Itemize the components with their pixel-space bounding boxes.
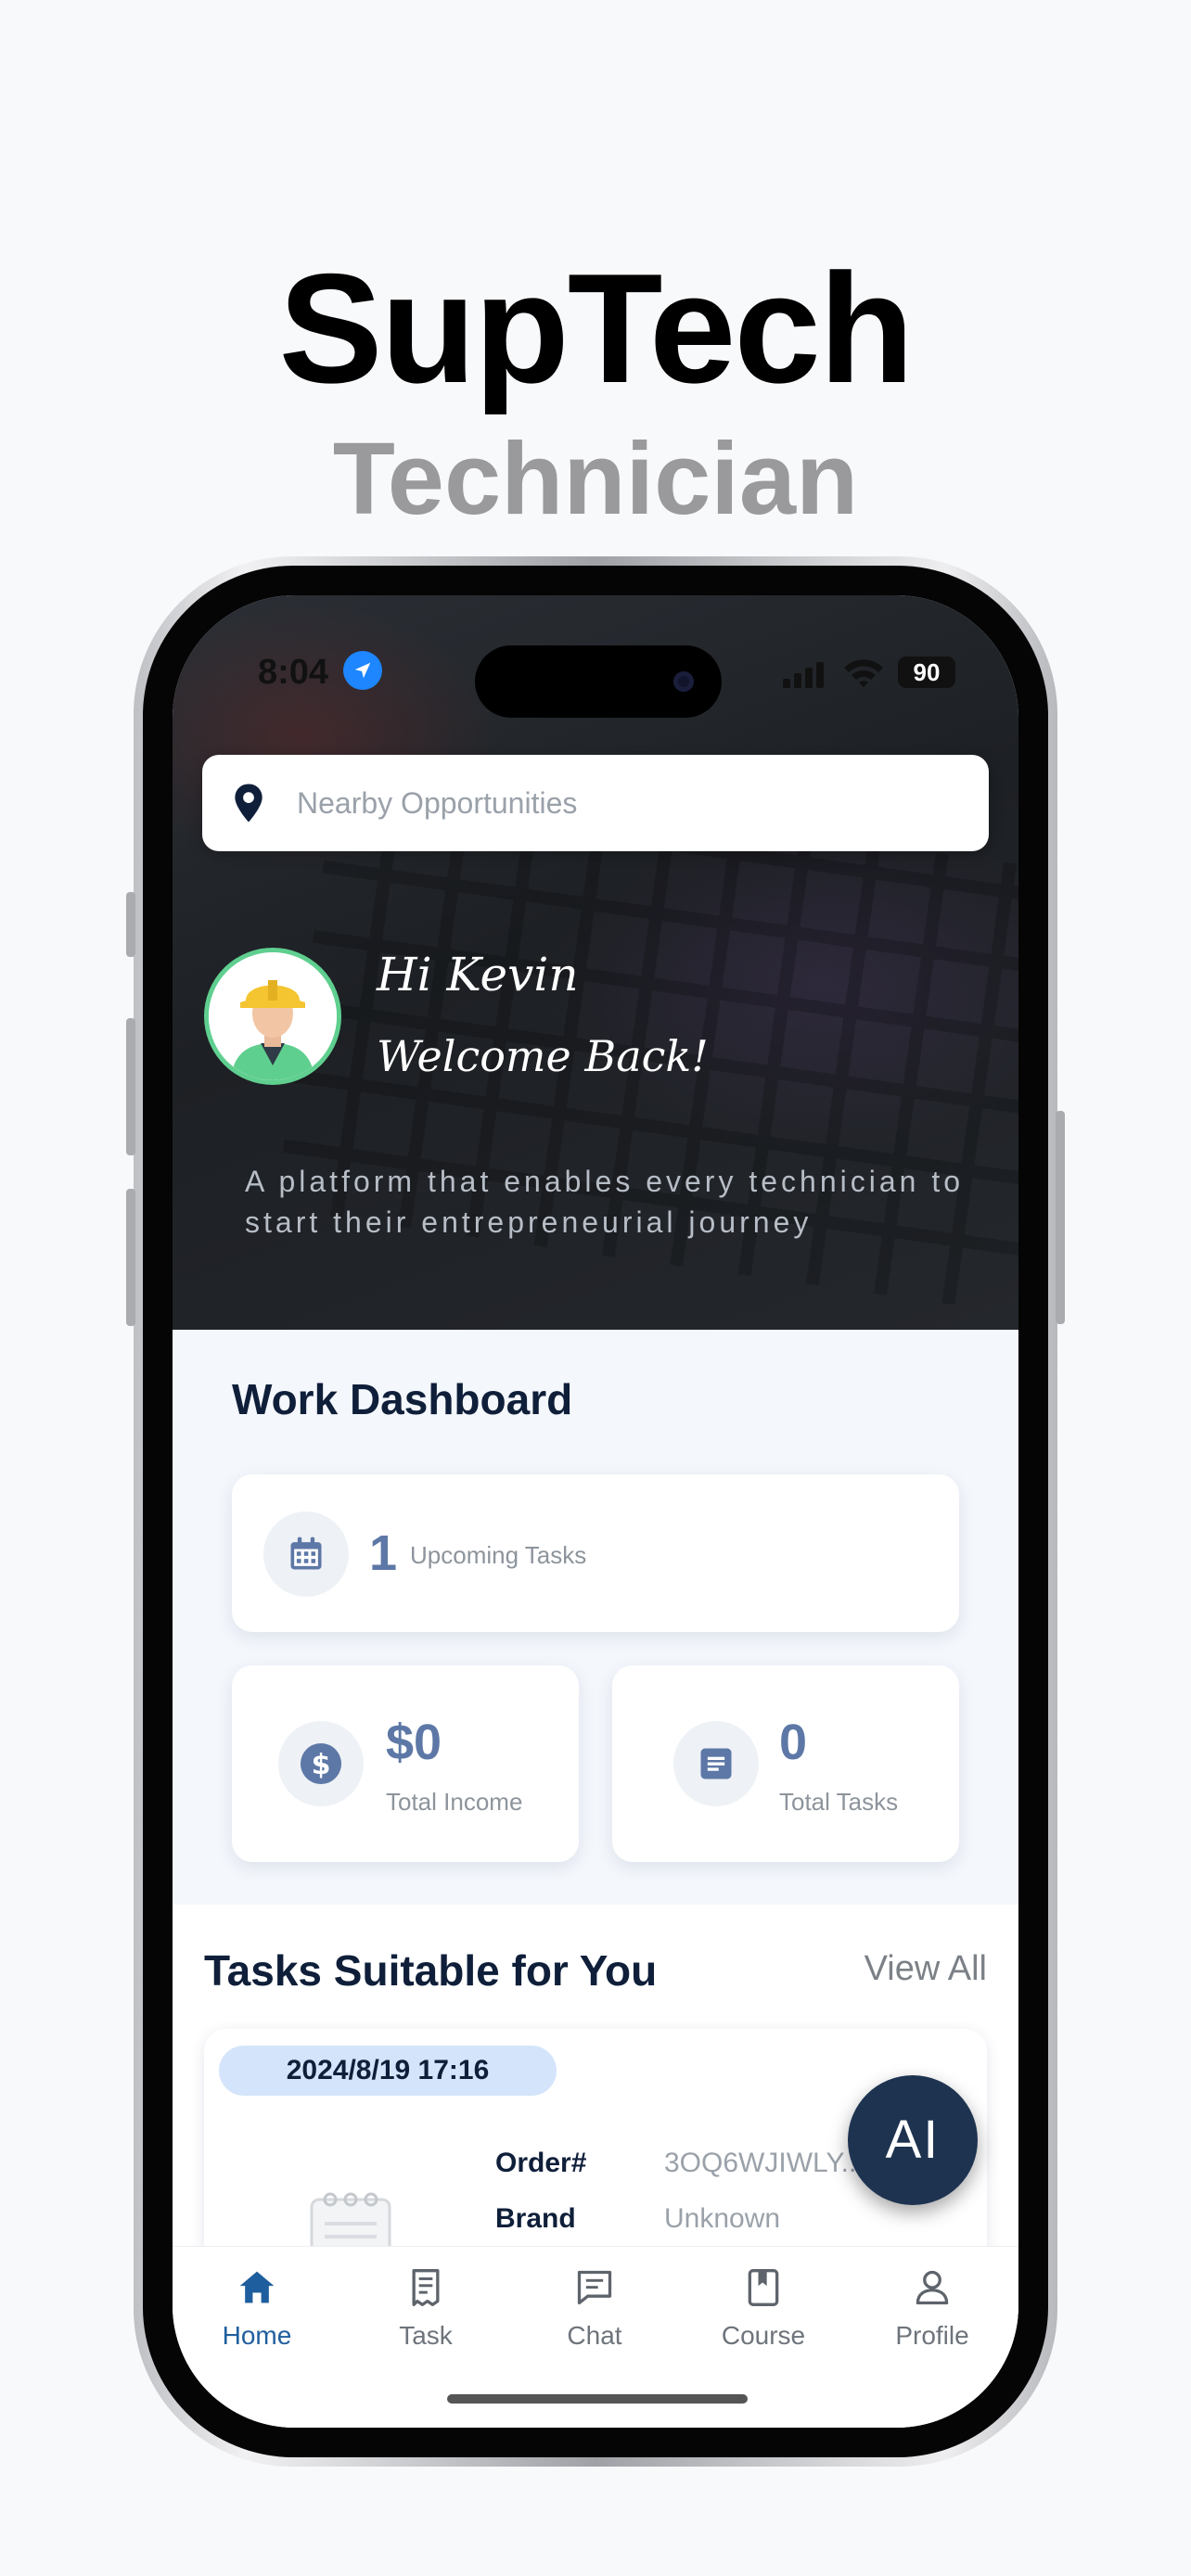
phone-side-button	[126, 1018, 135, 1155]
cellular-signal-icon	[783, 662, 824, 688]
welcome-text: Welcome Back!	[377, 1031, 709, 1081]
home-icon	[239, 2271, 275, 2303]
calendar-icon	[263, 1511, 349, 1597]
brand-label: Brand	[495, 2203, 576, 2234]
promo-subtitle: Technician	[332, 422, 859, 536]
location-arrow-icon	[343, 651, 382, 690]
suitable-tasks-title: Tasks Suitable for You	[204, 1946, 658, 1995]
tab-home[interactable]: Home	[173, 2247, 341, 2358]
phone-side-button	[126, 892, 135, 957]
tab-profile-label: Profile	[895, 2321, 969, 2350]
upcoming-tasks-label: Upcoming Tasks	[410, 1541, 587, 1569]
nearby-opportunities-search[interactable]: Nearby Opportunities	[202, 755, 989, 851]
tab-course-label: Course	[721, 2321, 806, 2350]
upcoming-tasks-count: 1	[369, 1525, 398, 1581]
total-tasks-value: 0	[779, 1715, 808, 1770]
brand-value: Unknown	[664, 2203, 781, 2234]
promo-title: SupTech	[278, 241, 915, 415]
chat-icon	[577, 2270, 612, 2305]
total-income-card[interactable]: $ $0 Total Income	[232, 1665, 579, 1862]
svg-text:$: $	[312, 1749, 331, 1781]
total-income-value: $0	[386, 1715, 442, 1770]
document-icon	[673, 1721, 759, 1806]
app-screen: 8:04 90 Nearby Opportunities Hi Kevin We…	[173, 595, 1018, 2428]
order-number-value: 3OQ6WJIWLY...	[664, 2148, 864, 2178]
total-tasks-label: Total Tasks	[779, 1788, 899, 1816]
tab-chat-label: Chat	[567, 2321, 622, 2350]
phone-side-button	[126, 1189, 135, 1326]
task-icon	[412, 2269, 440, 2306]
tab-home-label: Home	[222, 2321, 292, 2350]
profile-icon	[916, 2270, 949, 2305]
greeting-text: Hi Kevin	[377, 948, 579, 1001]
platform-tagline: A platform that enables every technician…	[245, 1165, 965, 1239]
search-placeholder: Nearby Opportunities	[297, 786, 578, 820]
battery-indicator: 90	[898, 657, 955, 688]
ai-assistant-button[interactable]: AI	[848, 2075, 978, 2205]
task-date-badge: 2024/8/19 17:16	[219, 2046, 557, 2096]
location-pin-icon	[232, 783, 265, 828]
dollar-icon: $	[278, 1721, 364, 1806]
wifi-icon	[842, 657, 885, 693]
tab-course[interactable]: Course	[679, 2247, 848, 2358]
tab-profile[interactable]: Profile	[848, 2247, 1017, 2358]
tab-task[interactable]: Task	[341, 2247, 510, 2358]
status-bar: 8:04 90	[173, 623, 1018, 718]
work-dashboard-title: Work Dashboard	[232, 1375, 573, 1423]
course-icon	[748, 2269, 779, 2306]
home-indicator[interactable]	[447, 2394, 748, 2404]
avatar[interactable]	[204, 948, 341, 1085]
status-time: 8:04	[258, 653, 329, 692]
tab-chat[interactable]: Chat	[510, 2247, 679, 2358]
order-number-label: Order#	[495, 2148, 587, 2178]
phone-side-button	[1056, 1111, 1065, 1324]
total-tasks-card[interactable]: 0 Total Tasks	[612, 1665, 959, 1862]
total-income-label: Total Income	[386, 1788, 523, 1816]
tab-task-label: Task	[399, 2321, 453, 2350]
hero-banner: 8:04 90 Nearby Opportunities Hi Kevin We…	[173, 595, 1018, 1330]
view-all-link[interactable]: View All	[864, 1949, 987, 1989]
front-camera	[673, 671, 694, 692]
upcoming-tasks-card[interactable]: 1 Upcoming Tasks	[232, 1474, 959, 1632]
